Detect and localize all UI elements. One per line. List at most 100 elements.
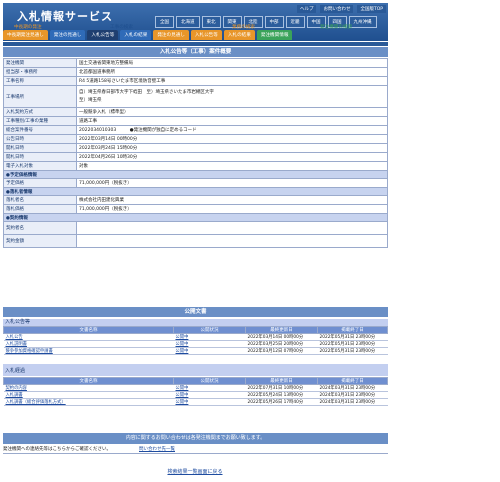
site-logo[interactable]: 入札情報サービス (17, 8, 113, 24)
doc-name-link[interactable]: 入札公告 (3, 333, 174, 341)
region-tab[interactable]: 近畿 (285, 16, 305, 28)
col-header: 公開状況 (173, 326, 246, 334)
doc-end: 2024年03月31日 23時00分 (317, 384, 388, 392)
back-to-results-link[interactable]: 検索結果一覧画面に戻る (0, 468, 390, 475)
contact-link[interactable]: お問い合わせ (320, 5, 354, 13)
doc-status-link[interactable]: 公開中 (173, 333, 246, 341)
doc-name-link[interactable]: 入札説明書 (3, 340, 174, 348)
docs-group-notice: 入札公告等 (3, 319, 388, 326)
nav-tab-service-result[interactable]: 入札の結果 (223, 30, 255, 40)
inquiry-text: 発注機関への連絡先等はこちらからご確認ください。 (3, 447, 111, 452)
col-header: 最終更新日 (245, 326, 318, 334)
row-value: 71,000,000円（税抜き） (76, 178, 388, 188)
col-header: 掲載終了日 (317, 326, 388, 334)
docs-group-progress: 入札経過 (3, 364, 388, 376)
doc-end: 2022年05月31日 23時00分 (317, 340, 388, 348)
doc-name-link[interactable]: 入札調書（総合評価落札方式） (3, 398, 174, 406)
row-key: 工事名称 (3, 76, 77, 86)
docs-title: 公開文書 (3, 307, 388, 317)
col-header: 最終更新日 (245, 377, 318, 385)
region-tab[interactable]: 東北 (201, 16, 221, 28)
inquiry-row: 発注機関への連絡先等はこちらからご確認ください。 問い合わせ先一覧 (3, 446, 388, 454)
row-key: 予定価格 (3, 178, 77, 188)
contact-list-link[interactable]: 問い合わせ先一覧 (139, 446, 175, 454)
nav-tab-longterm[interactable]: 中長期発注見通し (3, 30, 48, 40)
nav-underline (3, 42, 388, 46)
col-header: 掲載終了日 (317, 377, 388, 385)
table-row: 入札説明書 公開中 2022年03月25日 20時00分 2022年05月31日… (3, 340, 388, 348)
section-estimated-price: ●予定価格情報 (3, 170, 388, 179)
col-header: 公開状況 (173, 377, 246, 385)
doc-status-link[interactable]: 公開中 (173, 384, 246, 392)
doc-end: 2024年03月31日 23時00分 (317, 398, 388, 406)
row-value (76, 221, 388, 235)
table-row: 入札公告 公開中 2022年03月14日 00時00分 2022年05月31日 … (3, 333, 388, 341)
docs-table-progress: 文書名称 公開状況 最終更新日 掲載終了日 契約の内容 公開中 2022年07月… (3, 377, 388, 406)
row-key: 開札日時 (3, 152, 77, 162)
col-header: 文書名称 (3, 326, 174, 334)
table-row: 競争参加資格確認申請書 公開中 2022年03月12日 07時00分 2022年… (3, 347, 388, 355)
row-key: 電子入札対象 (3, 161, 77, 171)
nav-tab-construction-outlook[interactable]: 発注の見通し (49, 30, 86, 40)
row-value: 道路工事 (76, 116, 388, 126)
top-links: ヘルプ お問い合わせ 全国版TOP (296, 5, 386, 13)
row-value: 国土交通省関東地方整備局 (76, 58, 388, 68)
case-summary-table: 発注機関 国土交通省関東地方整備局 担当部・事務所 北首都国道事務所 工事名称 R4 … (3, 58, 388, 248)
doc-end: 2022年05月31日 23時00分 (317, 347, 388, 355)
row-key: 総合案件番号 (3, 125, 77, 135)
doc-status-link[interactable]: 公開中 (173, 347, 246, 355)
row-value: 対象 (76, 161, 388, 171)
label-agency-search: 発注機関の検索 (320, 25, 353, 30)
row-key: 落札価格 (3, 204, 77, 214)
region-tab[interactable]: 九州沖縄 (348, 16, 377, 28)
col-header: 文書名称 (3, 377, 174, 385)
row-value (76, 234, 388, 248)
row-value: 2022年04月26日 10時30分 (76, 152, 388, 162)
row-value: 2022年03月14日 00時00分 (76, 134, 388, 144)
doc-name-link[interactable]: 契約の内容 (3, 384, 174, 392)
nav-tab-service-notice[interactable]: 入札公告等 (190, 30, 222, 40)
doc-status-link[interactable]: 公開中 (173, 340, 246, 348)
doc-updated: 2022年07月31日 10時00分 (245, 384, 318, 392)
row-value: 自）埼玉県春日部市大字下蛭田 至）埼玉県さいたま市岩槻区大字 至）埼玉県 (76, 85, 388, 108)
docs-table-notice: 文書名称 公開状況 最終更新日 掲載終了日 入札公告 公開中 2022年03月1… (3, 326, 388, 355)
doc-updated: 2022年03月25日 20時00分 (245, 340, 318, 348)
row-key: 工事場所 (3, 85, 77, 108)
doc-updated: 2022年03月12日 07時00分 (245, 347, 318, 355)
row-value: 71,000,000円（税抜き） (76, 204, 388, 214)
section-winner: ●落札者情報 (3, 187, 388, 196)
row-key: 開札日時 (3, 143, 77, 153)
region-tab[interactable]: 全国 (155, 16, 174, 28)
help-link[interactable]: ヘルプ (296, 5, 317, 13)
row-key: 工事種別/工事の業種 (3, 116, 77, 126)
nav-tab-service-outlook[interactable]: 発注の見通し (153, 30, 189, 40)
national-top-link[interactable]: 全国版TOP (357, 5, 386, 13)
main-nav: 中長期発注見通し 発注の見通し 入札公告等 入札の結果 発注の見通し 入札公告等… (3, 30, 293, 40)
row-key: 担当部・事務所 (3, 67, 77, 77)
row-value: R4 5道路158号さいたま市区境防音壁工事 (76, 76, 388, 86)
table-row: 契約の内容 公開中 2022年07月31日 10時00分 2024年03月31日… (3, 384, 388, 392)
nav-tab-construction-notice[interactable]: 入札公告等 (87, 30, 119, 40)
nav-tab-agency-info[interactable]: 発注機関情報 (256, 30, 293, 40)
doc-name-link[interactable]: 競争参加資格確認申請書 (3, 347, 174, 355)
doc-status-link[interactable]: 公開中 (173, 398, 246, 406)
inquiry-banner: 内容に関するお問い合わせは各発注機関までお願い致します。 (3, 433, 388, 444)
doc-status-link[interactable]: 公開中 (173, 391, 246, 399)
row-key: 入札契約方式 (3, 107, 77, 117)
row-value: 2022034010303 ●発注機関が独自に定めるコード (76, 125, 388, 135)
nav-tab-construction-result[interactable]: 入札の結果 (120, 30, 152, 40)
page-title: 入札公告等（工事）案件概要 (3, 47, 388, 57)
row-value: 株式会社内田建化興業 (76, 195, 388, 205)
region-tab[interactable]: 北海道 (176, 16, 200, 28)
doc-updated: 2022年05月24日 13時00分 (245, 391, 318, 399)
region-tab[interactable]: 中部 (264, 16, 284, 28)
doc-end: 2024年03月31日 23時00分 (317, 391, 388, 399)
row-key: 公告日時 (3, 134, 77, 144)
section-contract: ●契約情報 (3, 213, 388, 222)
doc-name-link[interactable]: 入札調書 (3, 391, 174, 399)
row-key: 落札者名 (3, 195, 77, 205)
row-value: 2022年03月24日 15時00分 (76, 143, 388, 153)
row-key: 契約金額 (3, 234, 77, 248)
table-row: 入札調書 公開中 2022年05月24日 13時00分 2024年03月31日 … (3, 391, 388, 399)
doc-updated: 2022年03月14日 00時00分 (245, 333, 318, 341)
